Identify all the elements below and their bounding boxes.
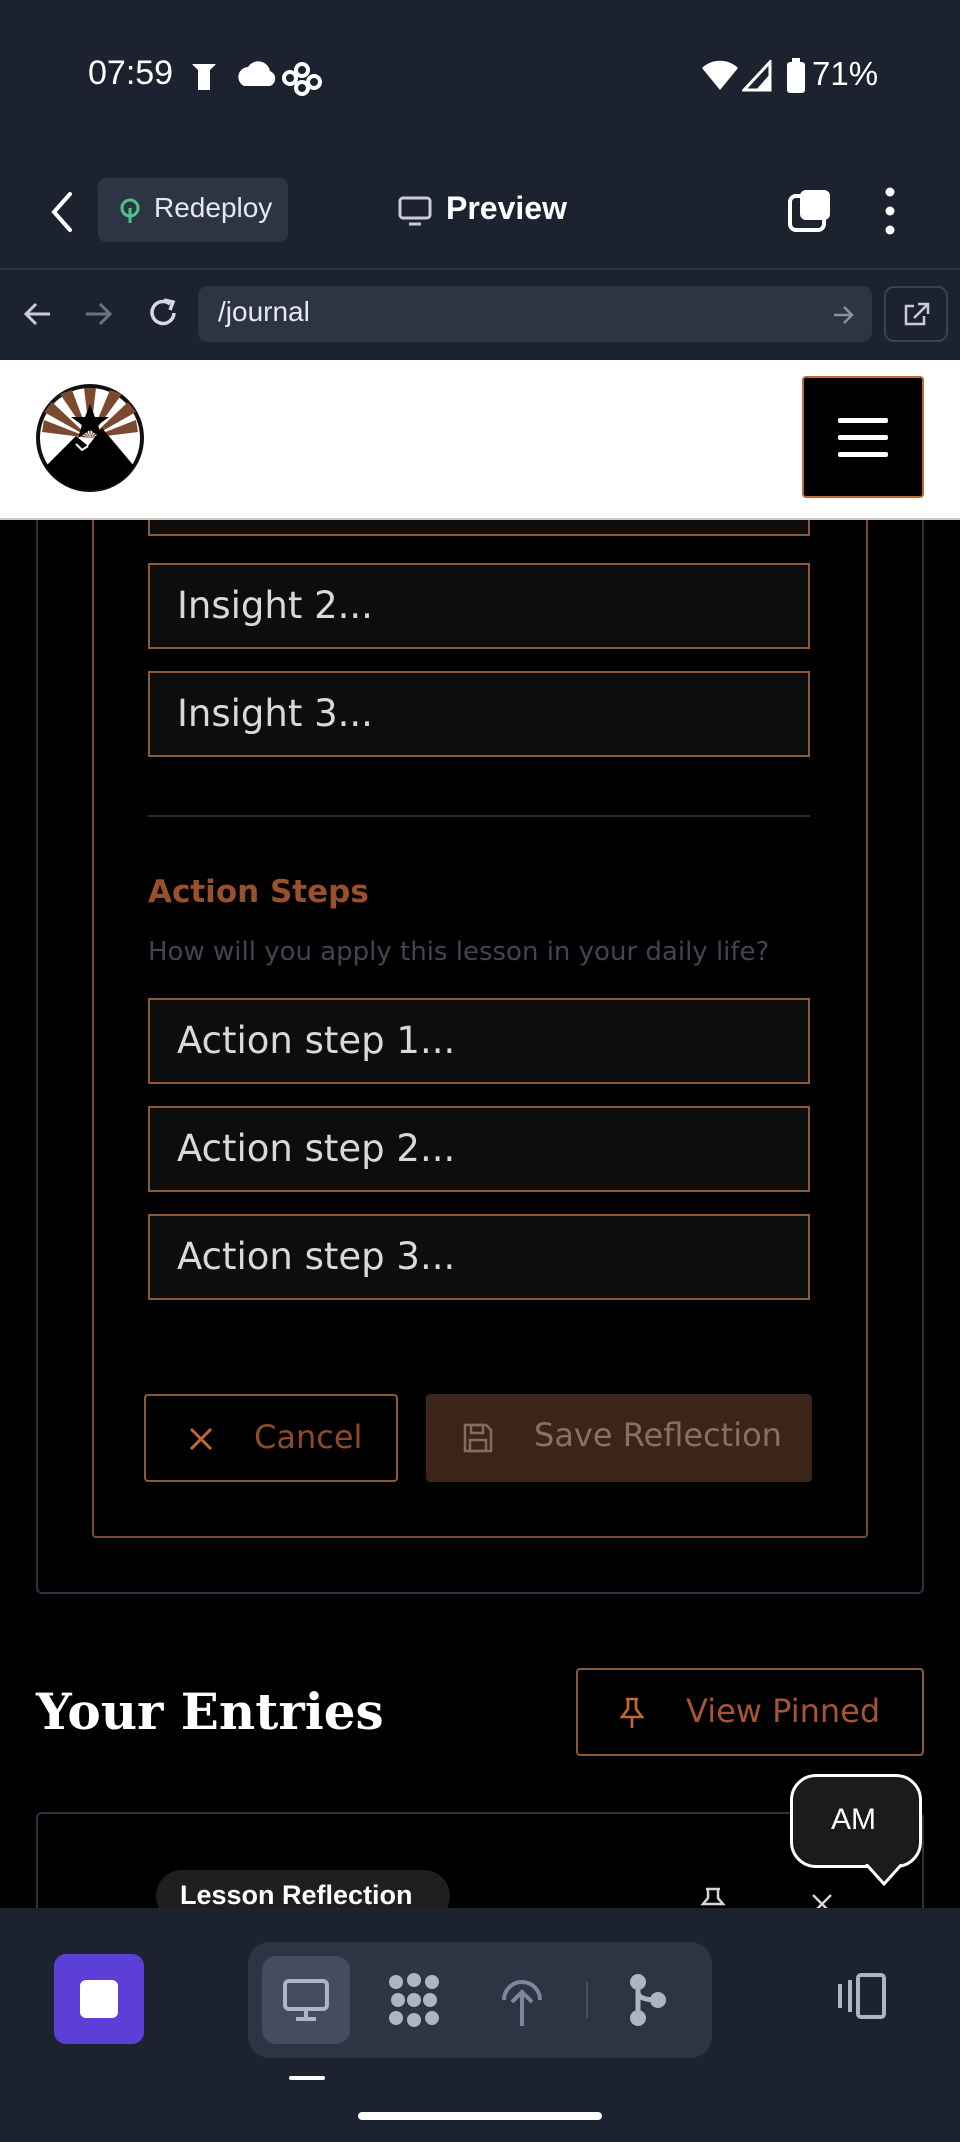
notification-icons <box>192 61 322 96</box>
signal-icon <box>742 60 772 92</box>
redeploy-button[interactable]: Redeploy <box>98 178 288 242</box>
avatar-initials: AM <box>831 1803 876 1836</box>
site-header <box>0 360 960 520</box>
action-steps-title: Action Steps <box>148 874 369 910</box>
cancel-label: Cancel <box>254 1418 363 1456</box>
go-arrow-icon[interactable] <box>832 304 856 326</box>
status-bar: 07:59 71% <box>0 0 960 156</box>
external-link-icon <box>904 302 930 326</box>
layout-toggle-icon[interactable] <box>834 1972 888 2020</box>
save-icon <box>463 1423 493 1453</box>
agent-icon[interactable] <box>386 1972 442 2028</box>
avatar-bubble-tail <box>864 1864 904 1887</box>
cancel-button[interactable]: Cancel <box>144 1394 398 1482</box>
app-bottom-bar <box>0 1908 960 2142</box>
reload-icon[interactable] <box>146 296 180 330</box>
status-time: 07:59 <box>88 54 174 92</box>
more-options-icon[interactable] <box>882 186 898 236</box>
url-input[interactable]: /journal <box>198 286 872 342</box>
wifi-icon <box>702 60 738 90</box>
pin-icon <box>619 1697 645 1728</box>
tabs-icon[interactable] <box>786 188 834 236</box>
browser-toolbar: Redeploy Preview <box>0 156 960 270</box>
hamburger-icon <box>838 418 888 457</box>
preview-tab[interactable] <box>262 1956 350 2044</box>
insight-field-1[interactable] <box>148 520 810 536</box>
stop-icon <box>80 1980 118 2018</box>
insight-field-3[interactable]: Insight 3... <box>148 671 810 757</box>
battery-icon <box>787 58 805 93</box>
back-icon[interactable] <box>48 190 76 234</box>
preview-label[interactable]: Preview <box>446 190 567 227</box>
action-step-field-1[interactable]: Action step 1... <box>148 998 810 1084</box>
tool-switcher <box>248 1942 712 2058</box>
section-divider <box>148 815 810 817</box>
entry-type-label: Lesson Reflection <box>180 1880 413 1908</box>
switcher-divider <box>586 1982 588 2018</box>
stop-button[interactable] <box>54 1954 144 2044</box>
url-bar-row: /journal <box>0 270 960 360</box>
view-pinned-label: View Pinned <box>686 1692 881 1730</box>
site-logo[interactable] <box>36 384 144 492</box>
entry-type-badge: Lesson Reflection <box>156 1870 450 1908</box>
save-reflection-button[interactable]: Save Reflection <box>426 1394 812 1482</box>
git-branch-icon[interactable] <box>628 1972 668 2028</box>
nav-back-icon[interactable] <box>22 300 52 328</box>
action-steps-prompt: How will you apply this lesson in your d… <box>148 937 770 967</box>
monitor-icon <box>398 196 432 226</box>
view-pinned-button[interactable]: View Pinned <box>576 1668 924 1756</box>
deploy-icon[interactable] <box>498 1972 546 2028</box>
journal-page: Insight 2... Insight 3... Action Steps H… <box>0 520 960 1908</box>
battery-percent: 71% <box>812 55 879 92</box>
close-icon <box>189 1427 213 1451</box>
user-avatar-bubble[interactable]: AM <box>790 1774 922 1868</box>
active-tab-indicator <box>289 2076 325 2080</box>
action-step-field-2[interactable]: Action step 2... <box>148 1106 810 1192</box>
entries-title: Your Entries <box>36 1682 384 1741</box>
save-label: Save Reflection <box>534 1416 782 1454</box>
insight-field-2[interactable]: Insight 2... <box>148 563 810 649</box>
redeploy-label: Redeploy <box>154 192 273 223</box>
tree-icon <box>120 198 140 223</box>
nav-forward-icon[interactable] <box>84 300 114 328</box>
url-text: /journal <box>218 296 310 327</box>
desktop-icon <box>283 1979 329 2021</box>
entry-pin-icon[interactable] <box>700 1886 726 1908</box>
open-external-button[interactable] <box>884 286 948 342</box>
entry-close-icon[interactable] <box>810 1892 834 1908</box>
action-step-field-3[interactable]: Action step 3... <box>148 1214 810 1300</box>
menu-button[interactable] <box>802 376 924 498</box>
home-gesture-bar <box>358 2112 602 2120</box>
